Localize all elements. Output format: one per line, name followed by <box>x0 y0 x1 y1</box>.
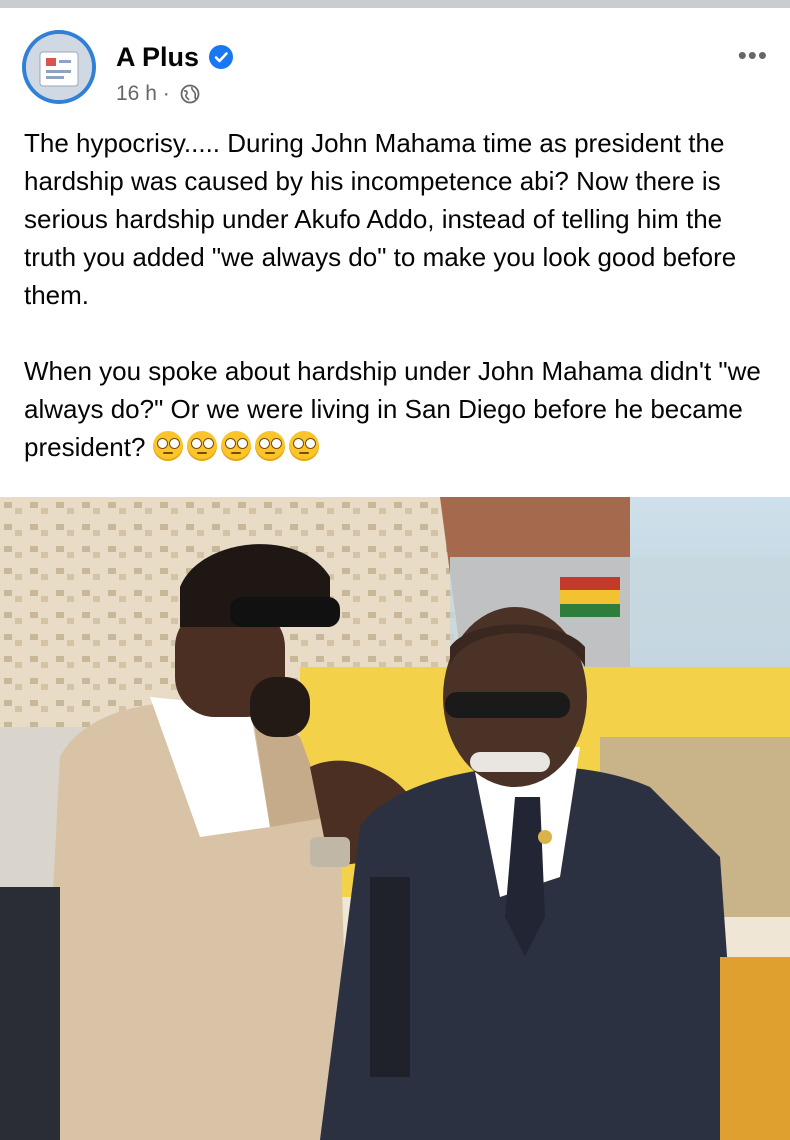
emoji-row <box>152 431 323 462</box>
meta-separator: · <box>162 82 170 105</box>
avatar-image <box>26 34 92 100</box>
post-paragraph-1: The hypocrisy..... During John Mahama ti… <box>24 128 737 310</box>
rolling-eyes-emoji-icon <box>186 431 217 461</box>
verified-badge-icon <box>209 45 233 69</box>
more-options-icon[interactable]: ••• <box>738 42 768 68</box>
post-time[interactable]: 16 h <box>116 82 157 105</box>
globe-icon <box>180 84 199 104</box>
top-divider <box>0 0 790 8</box>
rolling-eyes-emoji-icon <box>254 431 285 461</box>
avatar[interactable] <box>22 30 96 104</box>
post-body: The hypocrisy..... During John Mahama ti… <box>24 124 774 466</box>
rolling-eyes-emoji-icon <box>152 431 183 461</box>
post-paragraph-2: When you spoke about hardship under John… <box>24 356 761 462</box>
rolling-eyes-emoji-icon <box>220 431 251 461</box>
post-meta: 16 h · <box>116 82 200 106</box>
author-name[interactable]: A Plus <box>116 42 199 73</box>
post-photo[interactable] <box>0 497 790 1140</box>
post-header: A Plus 16 h · ••• <box>22 30 772 110</box>
rolling-eyes-emoji-icon <box>288 431 319 461</box>
post-paragraph-2-wrapper: When you spoke about hardship under John… <box>24 352 774 466</box>
